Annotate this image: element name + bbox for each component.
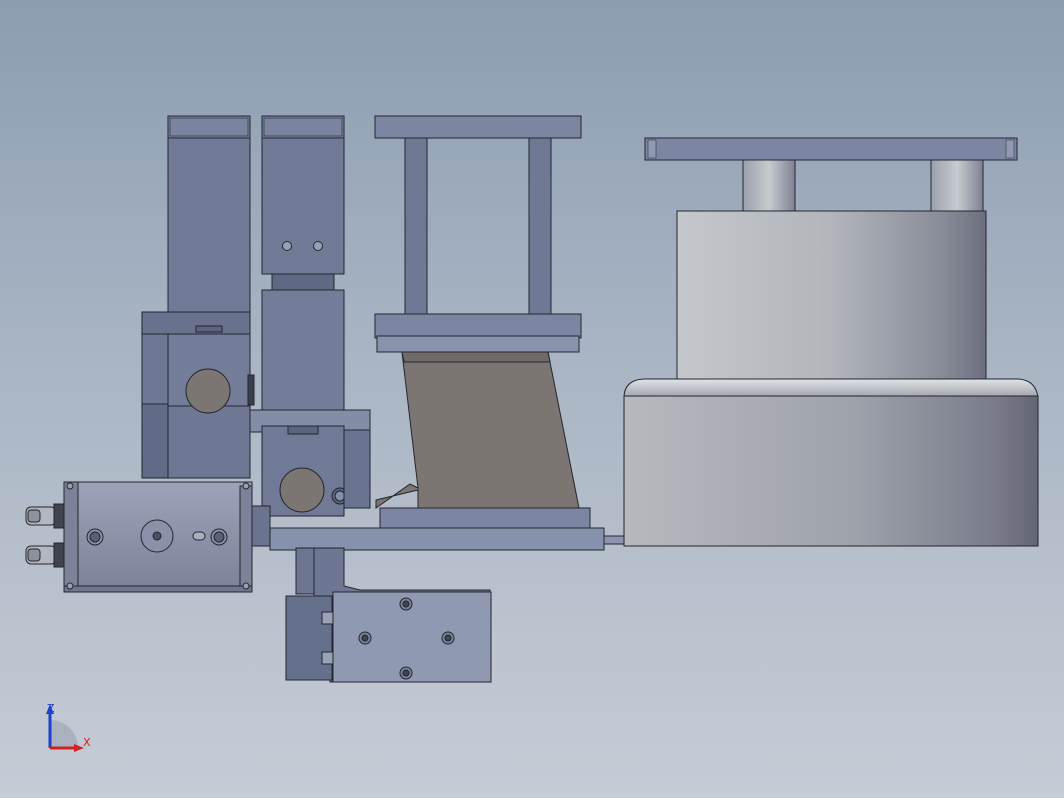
casting-body xyxy=(375,351,580,509)
robot-base xyxy=(623,137,1039,547)
robot-post-right xyxy=(930,159,984,213)
frame-left-post xyxy=(404,137,428,315)
middle-column-cap xyxy=(261,115,345,139)
frame-top-plate xyxy=(374,115,582,139)
robot-post-left xyxy=(742,159,796,213)
gripper-rail xyxy=(285,595,333,681)
robot-top-plate xyxy=(644,137,1018,161)
triad-z-label: Z xyxy=(47,702,55,715)
air-fitting-bottom xyxy=(25,542,65,568)
frame-bottom-plate xyxy=(379,507,591,531)
robot-lower-base xyxy=(623,395,1039,547)
middle-vertical-column xyxy=(249,115,371,517)
frame-mid-plate xyxy=(374,313,582,339)
middle-column-upper xyxy=(261,137,345,275)
rotary-actuator xyxy=(25,481,271,593)
model-parts xyxy=(25,115,1039,683)
middle-column-lower xyxy=(261,289,345,413)
horizontal-arm xyxy=(269,527,605,551)
coordinate-triad: Z X xyxy=(46,702,91,752)
frame-right-post xyxy=(528,137,552,315)
actuator-slot xyxy=(192,531,206,541)
lower-gripper xyxy=(285,547,492,683)
cad-model-scene[interactable]: Z X xyxy=(0,0,1064,798)
robot-upper-cylinder xyxy=(676,210,987,382)
robot-base-rim xyxy=(623,378,1039,399)
air-fitting-top xyxy=(25,503,65,529)
left-column-cap xyxy=(167,115,251,139)
left-column-body xyxy=(167,137,251,313)
left-shaft-boss xyxy=(185,368,231,414)
left-vertical-column xyxy=(141,115,255,479)
middle-shaft-boss xyxy=(279,467,325,513)
triad-x-label: X xyxy=(83,736,91,749)
frame-assembly xyxy=(374,115,591,531)
cad-viewport[interactable]: Z X xyxy=(0,0,1064,798)
